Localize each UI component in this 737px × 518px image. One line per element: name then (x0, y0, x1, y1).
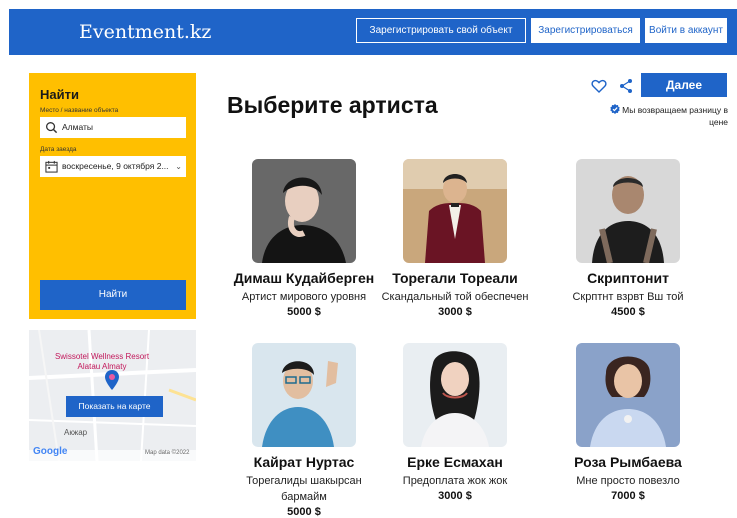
artist-name: Торегали Тореали (392, 270, 518, 286)
verified-check-icon (610, 104, 620, 114)
artist-photo[interactable] (403, 159, 507, 263)
map-preview[interactable]: Swissotel Wellness Resort Alatau Almaty … (29, 330, 196, 461)
artist-description: Предоплата жок жок (402, 475, 508, 487)
calendar-icon (45, 160, 58, 173)
artist-price: 3000 $ (438, 490, 472, 502)
artist-price: 7000 $ (611, 490, 645, 502)
share-icon[interactable] (619, 78, 633, 94)
artist-name: Роза Рымбаева (574, 454, 682, 470)
heart-icon[interactable] (591, 78, 607, 94)
chevron-down-icon: ⌄ (175, 162, 182, 171)
artist-portrait (403, 343, 507, 447)
date-select[interactable]: воскресенье, 9 октября 2... ⌄ (40, 156, 186, 177)
artist-portrait (252, 159, 356, 263)
search-icon (46, 122, 58, 134)
search-title: Найти (40, 87, 79, 102)
map-place-label: Swissotel Wellness Resort Alatau Almaty (54, 352, 150, 371)
artist-portrait (403, 159, 507, 263)
top-bar: Eventment.kz Зарегистрировать свой объек… (9, 9, 737, 55)
artist-portrait (576, 159, 680, 263)
map-road-label: Акжар (64, 428, 88, 437)
map-pin-icon[interactable] (105, 370, 119, 390)
artist-name: Димаш Кудайберген (233, 270, 375, 286)
artist-portrait (576, 343, 680, 447)
artist-card-roza[interactable]: Роза Рымбаева Мне просто повезло 7000 $ (552, 343, 704, 502)
register-button[interactable]: Зарегистрироваться (531, 18, 640, 43)
artist-price: 3000 $ (438, 306, 472, 318)
google-logo: Google (33, 446, 68, 457)
artist-description: Скрптнт взрвт Вш той (572, 291, 684, 303)
artist-photo[interactable] (252, 159, 356, 263)
artist-name: Кайрат Нуртас (253, 454, 355, 470)
artist-card-erke[interactable]: Ерке Есмахан Предоплата жок жок 3000 $ (379, 343, 531, 502)
artist-card-scriptonite[interactable]: Скриптонит Скрптнт взрвт Вш той 4500 $ (552, 159, 704, 318)
place-input[interactable]: Алматы (40, 117, 186, 138)
artist-card-toregali[interactable]: Торегали Тореали Скандальный той обеспеч… (379, 159, 531, 318)
search-button[interactable]: Найти (40, 280, 186, 310)
artist-photo[interactable] (252, 343, 356, 447)
artist-photo[interactable] (403, 343, 507, 447)
price-guarantee-text: Мы возвращаем разницу в цене (622, 105, 728, 127)
map-credit: Map data ©2022 (145, 450, 190, 456)
page-title: Выберите артиста (227, 92, 438, 118)
date-label: Дата заезда (40, 146, 77, 153)
place-label: Место / название объекта (40, 107, 119, 114)
artist-price: 5000 $ (287, 506, 321, 518)
date-value: воскресенье, 9 октября 2... (62, 161, 169, 171)
artist-name: Ерке Есмахан (407, 454, 503, 470)
register-object-button[interactable]: Зарегистрировать свой объект (356, 18, 526, 43)
artist-portrait (252, 343, 356, 447)
artist-photo[interactable] (576, 343, 680, 447)
artist-price: 5000 $ (287, 306, 321, 318)
artist-description: Артист мирового уровня (241, 291, 367, 303)
artist-photo[interactable] (576, 159, 680, 263)
brand-logo[interactable]: Eventment.kz (79, 21, 211, 43)
artist-description: Торегалиды шакырсан бармайм (246, 475, 362, 503)
show-on-map-button[interactable]: Показать на карте (66, 396, 163, 417)
artist-card-dimash[interactable]: Димаш Кудайберген Артист мирового уровня… (228, 159, 380, 318)
artist-description: Скандальный той обеспечен (381, 291, 529, 303)
place-value: Алматы (62, 122, 94, 132)
artist-description: Мне просто повезло (576, 475, 680, 487)
price-guarantee: Мы возвращаем разницу в цене (598, 104, 728, 128)
search-panel: Найти Место / название объекта Алматы Да… (29, 73, 196, 319)
login-button[interactable]: Войти в аккаунт (645, 18, 727, 43)
artist-card-kairat[interactable]: Кайрат Нуртас Торегалиды шакырсан бармай… (228, 343, 380, 518)
artist-price: 4500 $ (611, 306, 645, 318)
next-button[interactable]: Далее (641, 73, 727, 97)
artist-name: Скриптонит (587, 270, 669, 286)
